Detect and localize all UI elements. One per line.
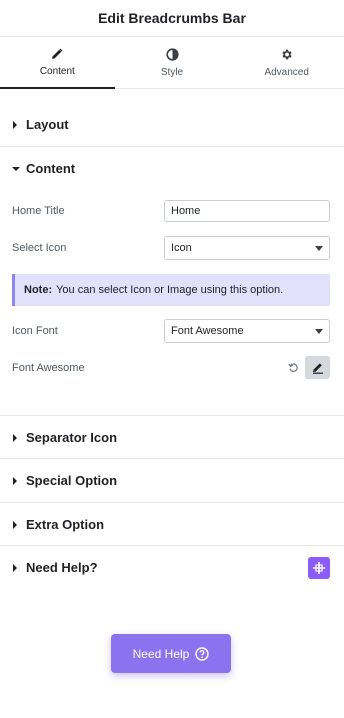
section-extra-option-header[interactable]: Extra Option xyxy=(0,503,344,546)
content-controls: Home Title Home Select Icon Icon Note: Y… xyxy=(0,190,344,403)
home-title-input[interactable]: Home xyxy=(164,200,330,222)
section-special-option: Special Option xyxy=(0,459,344,503)
question-circle-icon xyxy=(195,646,210,661)
select-icon-label: Select Icon xyxy=(12,242,67,254)
chevron-down-icon xyxy=(315,242,323,254)
caret-right-icon xyxy=(12,520,24,529)
select-icon-dropdown[interactable]: Icon xyxy=(164,236,330,260)
section-separator-icon-title: Separator Icon xyxy=(26,430,118,445)
home-title-label: Home Title xyxy=(12,205,65,217)
reset-icon[interactable] xyxy=(288,362,299,373)
home-title-row: Home Title Home xyxy=(12,200,330,222)
pencil-icon xyxy=(312,362,324,374)
tab-advanced[interactable]: Advanced xyxy=(229,37,344,88)
section-layout-header[interactable]: Layout xyxy=(0,103,344,146)
section-special-option-header[interactable]: Special Option xyxy=(0,459,344,502)
section-layout-title: Layout xyxy=(26,117,69,132)
icon-font-row: Icon Font Font Awesome xyxy=(12,319,330,343)
tab-bar: Content Style Advanced xyxy=(0,37,344,89)
caret-right-icon xyxy=(12,476,24,485)
section-extra-option-title: Extra Option xyxy=(26,517,105,532)
half-circle-icon xyxy=(165,47,179,61)
tab-style[interactable]: Style xyxy=(115,37,230,88)
caret-right-icon xyxy=(12,433,24,442)
need-help-button[interactable]: Need Help xyxy=(111,634,231,673)
caret-right-icon xyxy=(12,563,24,572)
section-content: Content Home Title Home Select Icon Icon… xyxy=(0,147,344,416)
chevron-down-icon xyxy=(315,325,323,337)
tab-advanced-label: Advanced xyxy=(264,66,309,78)
section-extra-option: Extra Option xyxy=(0,503,344,546)
section-need-help: Need Help? xyxy=(0,546,344,589)
panel-title: Edit Breadcrumbs Bar xyxy=(98,10,246,26)
section-layout: Layout xyxy=(0,103,344,147)
gear-icon xyxy=(280,48,293,61)
caret-right-icon xyxy=(12,120,24,129)
pencil-icon xyxy=(51,48,63,60)
font-awesome-label: Font Awesome xyxy=(12,361,85,374)
note-box: Note: You can select Icon or Image using… xyxy=(12,274,330,306)
icon-font-label: Icon Font xyxy=(12,325,58,337)
section-need-help-title: Need Help? xyxy=(26,560,98,575)
font-awesome-controls xyxy=(288,356,330,379)
section-content-header[interactable]: Content xyxy=(0,147,344,190)
section-separator-icon: Separator Icon xyxy=(0,416,344,459)
need-help-button-label: Need Help xyxy=(132,646,190,661)
tab-content-label: Content xyxy=(39,66,75,77)
plugin-logo-icon[interactable] xyxy=(308,557,330,579)
note-prefix: Note: xyxy=(24,284,53,296)
panel-header: Edit Breadcrumbs Bar xyxy=(0,0,344,37)
tab-style-label: Style xyxy=(160,66,184,78)
select-icon-row: Select Icon Icon xyxy=(12,236,330,260)
section-need-help-header[interactable]: Need Help? xyxy=(0,546,344,589)
note-text: You can select Icon or Image using this … xyxy=(56,284,284,296)
tab-content[interactable]: Content xyxy=(0,37,115,89)
section-content-title: Content xyxy=(26,161,76,176)
font-awesome-row: Font Awesome xyxy=(12,356,330,379)
section-separator-icon-header[interactable]: Separator Icon xyxy=(0,416,344,459)
select-icon-value: Icon xyxy=(171,242,192,254)
caret-down-icon xyxy=(12,166,24,172)
icon-font-dropdown[interactable]: Font Awesome xyxy=(164,319,330,343)
edit-icon-button[interactable] xyxy=(305,356,330,379)
icon-font-value: Font Awesome xyxy=(171,325,244,337)
section-special-option-title: Special Option xyxy=(26,473,118,488)
